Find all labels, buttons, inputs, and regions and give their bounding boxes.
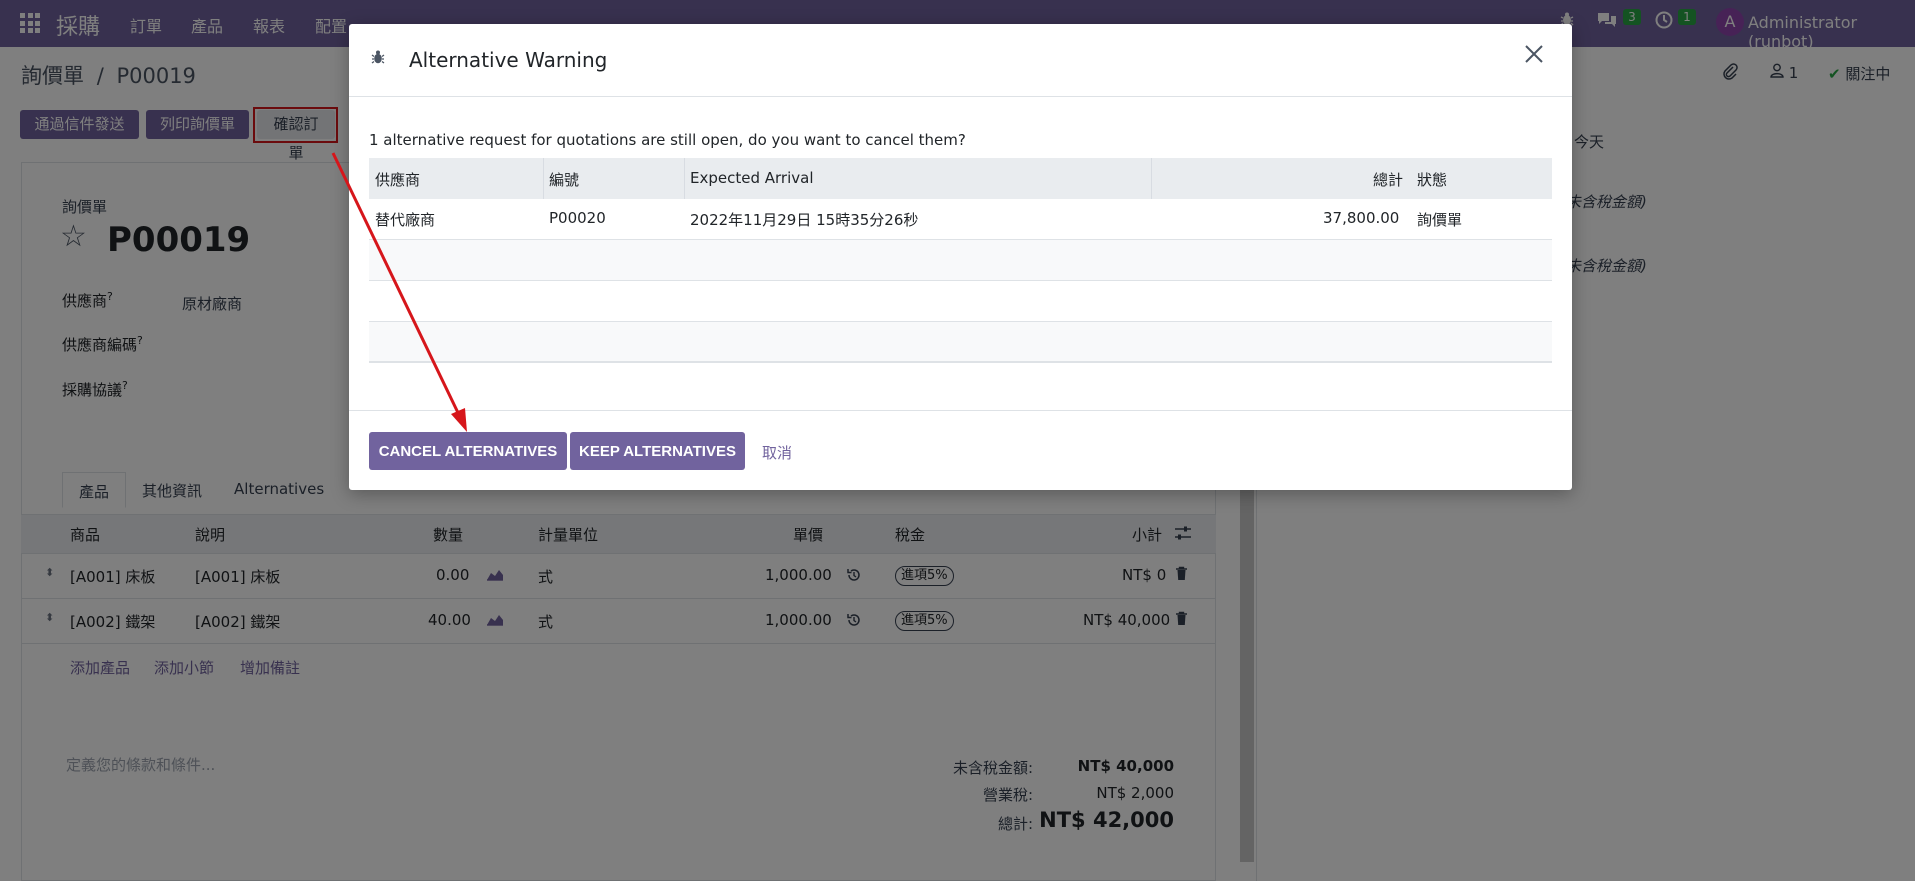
column-divider [543,158,544,199]
col-expected-arrival[interactable]: Expected Arrival [690,169,814,187]
column-divider [1151,158,1152,199]
col-reference[interactable]: 編號 [549,169,579,190]
table-row[interactable]: 替代廠商 P00020 2022年11月29日 15時35分26秒 37,800… [369,199,1552,240]
dialog-message: 1 alternative request for quotations are… [369,131,966,149]
empty-row [369,240,1552,281]
alternatives-table-header: 供應商 編號 Expected Arrival 總計 狀態 [369,158,1552,199]
row-reference: P00020 [549,209,606,227]
dialog-header: Alternative Warning [349,24,1572,97]
row-expected-arrival: 2022年11月29日 15時35分26秒 [690,211,919,229]
empty-row [369,281,1552,322]
close-icon[interactable] [1524,40,1544,70]
col-status[interactable]: 狀態 [1417,169,1447,190]
cancel-alternatives-button[interactable]: CANCEL ALTERNATIVES [369,432,567,470]
row-status: 詢價單 [1417,211,1463,229]
discard-button[interactable]: 取消 [762,442,792,463]
row-vendor: 替代廠商 [375,211,436,229]
dialog-title: Alternative Warning [409,48,608,72]
col-total[interactable]: 總計 [1373,169,1403,190]
empty-row [369,322,1552,363]
alternative-warning-dialog: Alternative Warning 1 alternative reques… [349,24,1572,490]
bug-icon [371,49,385,69]
keep-alternatives-button[interactable]: KEEP ALTERNATIVES [570,432,745,470]
row-total: 37,800.00 [1323,209,1400,227]
col-vendor[interactable]: 供應商 [375,169,420,190]
column-divider [684,158,685,199]
